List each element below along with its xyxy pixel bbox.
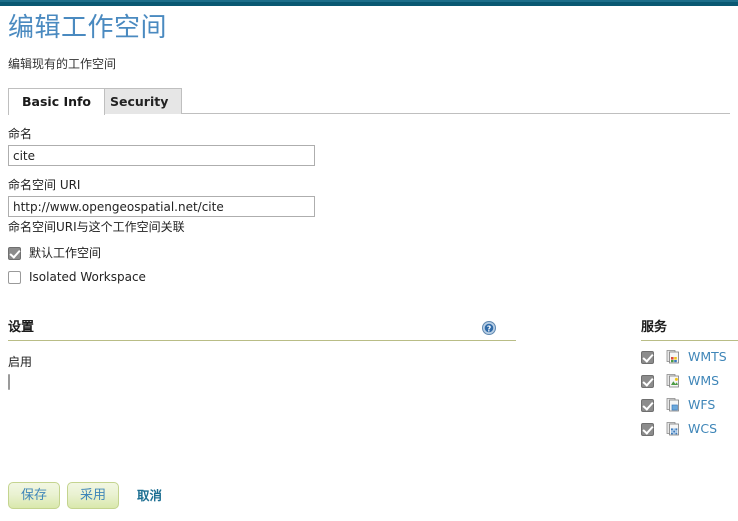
uri-input[interactable] <box>8 196 315 217</box>
service-page-icon <box>666 373 682 389</box>
tab-basic-info[interactable]: Basic Info <box>8 88 106 115</box>
service-page-icon <box>666 421 682 437</box>
service-row-wms[interactable]: WMS <box>641 373 738 389</box>
service-checkbox-wcs[interactable] <box>641 422 654 436</box>
uri-hint: 命名空间URI与这个工作空间关联 <box>8 220 185 234</box>
page-header: 编辑工作空间 编辑现有的工作空间 <box>8 12 708 72</box>
svg-text:?: ? <box>487 324 491 333</box>
apply-button[interactable]: 采用 <box>67 482 120 509</box>
uri-field-block: 命名空间 URI 命名空间URI与这个工作空间关联 <box>8 177 730 235</box>
enable-checkbox-wrap[interactable] <box>8 374 516 390</box>
help-circle-icon[interactable]: ? <box>482 321 496 335</box>
name-input[interactable] <box>8 145 315 166</box>
settings-section: 设置 ? 启用 <box>8 320 516 390</box>
service-row-wfs[interactable]: WFS <box>641 397 738 413</box>
service-checkbox-wms[interactable] <box>641 374 654 388</box>
page-subtitle: 编辑现有的工作空间 <box>8 57 117 71</box>
service-page-icon <box>666 397 682 413</box>
isolated-workspace-checkbox[interactable] <box>8 270 21 284</box>
save-button[interactable]: 保存 <box>8 482 61 509</box>
service-label-wms[interactable]: WMS <box>688 374 719 388</box>
enable-checkbox[interactable] <box>8 374 10 390</box>
services-section: 服务 WMTS WMS WFS WCS <box>641 320 738 437</box>
isolated-workspace-label: Isolated Workspace <box>29 270 146 284</box>
services-section-header: 服务 <box>641 320 738 341</box>
service-page-icon <box>666 349 682 365</box>
default-workspace-label: 默认工作空间 <box>29 246 102 260</box>
name-field-block: 命名 <box>8 126 730 166</box>
settings-section-header: 设置 ? <box>8 320 516 341</box>
tab-bar: Basic Info Security <box>8 88 730 115</box>
service-label-wcs[interactable]: WCS <box>688 422 717 436</box>
enable-label: 启用 <box>8 355 33 369</box>
top-accent-bar <box>0 0 738 6</box>
default-workspace-checkbox[interactable] <box>8 246 21 260</box>
service-checkbox-wmts[interactable] <box>641 350 654 364</box>
top-accent-bar-highlight <box>0 0 738 2</box>
uri-label: 命名空间 URI <box>8 178 81 192</box>
isolated-workspace-row[interactable]: Isolated Workspace <box>8 270 730 284</box>
service-row-wmts[interactable]: WMTS <box>641 349 738 365</box>
form-actions: 保存 采用 取消 <box>8 482 162 509</box>
service-label-wfs[interactable]: WFS <box>688 398 715 412</box>
services-title: 服务 <box>641 320 668 335</box>
default-workspace-row[interactable]: 默认工作空间 <box>8 246 730 260</box>
service-checkbox-wfs[interactable] <box>641 398 654 412</box>
tab-security[interactable]: Security <box>96 88 183 114</box>
name-label: 命名 <box>8 127 33 141</box>
settings-title: 设置 <box>8 320 35 335</box>
service-row-wcs[interactable]: WCS <box>641 421 738 437</box>
page-title: 编辑工作空间 <box>8 13 168 43</box>
workspace-form: 命名 命名空间 URI 命名空间URI与这个工作空间关联 默认工作空间 Isol… <box>8 126 730 284</box>
service-label-wmts[interactable]: WMTS <box>688 350 727 364</box>
cancel-link[interactable]: 取消 <box>137 488 162 503</box>
